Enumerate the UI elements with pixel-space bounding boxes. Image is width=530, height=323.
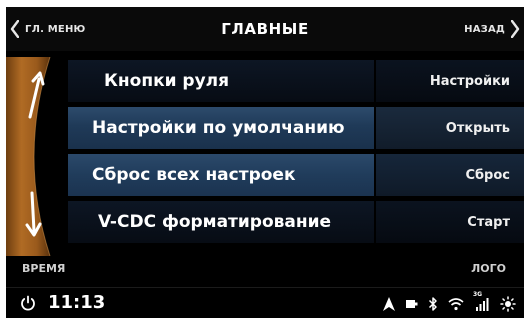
menu-row-default-settings[interactable]: Настройки по умолчанию Открыть <box>68 107 524 149</box>
menu-row-label: Настройки по умолчанию <box>68 107 374 149</box>
infotainment-screen: ГЛ. МЕНЮ ГЛАВНЫЕ НАЗАД Кнопки руля Настр… <box>6 7 524 318</box>
back-label: НАЗАД <box>464 23 505 35</box>
brightness-icon[interactable] <box>500 296 516 312</box>
menu-row-steering-buttons[interactable]: Кнопки руля Настройки <box>68 60 524 102</box>
menu-row-label: Сброс всех настроек <box>68 154 374 196</box>
main-menu-button[interactable]: ГЛ. МЕНЮ <box>10 7 85 51</box>
open-action-button[interactable]: Открыть <box>376 107 524 149</box>
start-action-button[interactable]: Старт <box>376 201 524 243</box>
reset-action-button[interactable]: Сброс <box>376 154 524 196</box>
bluetooth-icon <box>428 296 438 312</box>
top-bar: ГЛ. МЕНЮ ГЛАВНЫЕ НАЗАД <box>6 7 524 51</box>
menu-row-label: V-CDC форматирование <box>68 201 374 243</box>
chevron-right-icon <box>511 20 520 38</box>
scroll-wheel[interactable] <box>6 57 62 256</box>
signal-type-label: 3G <box>473 291 483 298</box>
battery-icon <box>406 299 418 309</box>
status-icons: 3G <box>372 291 516 314</box>
navigation-arrow-icon <box>382 296 396 312</box>
power-icon[interactable] <box>20 295 36 315</box>
menu-row-label: Кнопки руля <box>68 60 374 102</box>
status-bar: 11:13 3G <box>6 287 524 318</box>
menu-row-vcdc-format[interactable]: V-CDC форматирование Старт <box>68 201 524 243</box>
clock: 11:13 <box>48 292 106 313</box>
main-menu-label: ГЛ. МЕНЮ <box>25 23 86 35</box>
time-button[interactable]: ВРЕМЯ <box>22 262 65 275</box>
chevron-left-icon <box>10 20 19 38</box>
wifi-icon <box>448 297 464 311</box>
logo-button[interactable]: ЛОГО <box>471 262 506 275</box>
cellular-signal-icon: 3G <box>473 291 490 312</box>
menu-row-reset-all[interactable]: Сброс всех настроек Сброс <box>68 154 524 196</box>
settings-action-button[interactable]: Настройки <box>376 60 524 102</box>
back-button[interactable]: НАЗАД <box>464 7 520 51</box>
